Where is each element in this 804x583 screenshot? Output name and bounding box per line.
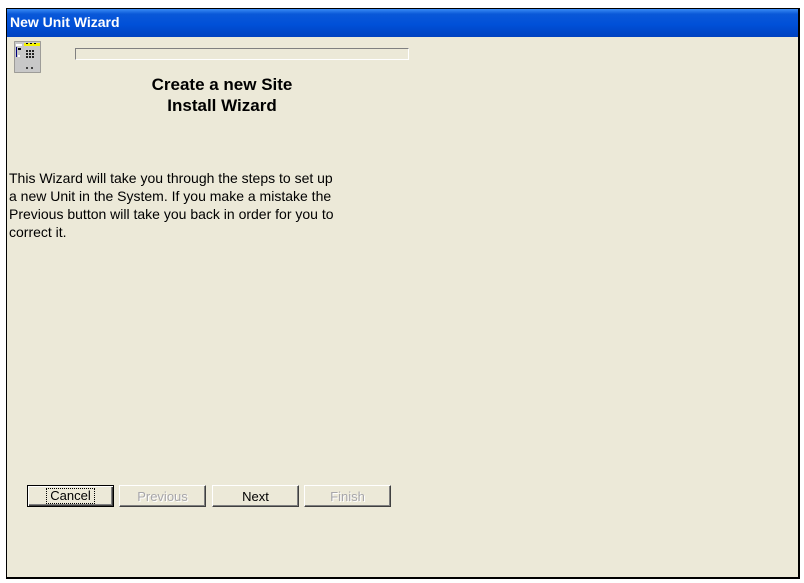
wizard-intro-text: This Wizard will take you through the st… bbox=[9, 170, 334, 240]
wizard-heading-line-1: Create a new Site bbox=[151, 75, 293, 94]
progress-field bbox=[75, 48, 409, 60]
next-button[interactable]: Next bbox=[212, 485, 299, 507]
wizard-client-area: Create a new Site Install Wizard This Wi… bbox=[7, 37, 798, 577]
window-title: New Unit Wizard bbox=[10, 14, 120, 30]
cancel-button[interactable]: Cancel bbox=[27, 485, 114, 507]
finish-button[interactable]: Finish bbox=[304, 485, 391, 507]
wizard-unit-icon bbox=[14, 41, 50, 77]
wizard-heading-line-2: Install Wizard bbox=[167, 96, 277, 115]
wizard-window: New Unit Wizard Create a new Site Instal… bbox=[6, 8, 800, 579]
title-bar[interactable]: New Unit Wizard bbox=[7, 9, 798, 37]
cancel-button-label: Cancel bbox=[46, 488, 95, 504]
previous-button[interactable]: Previous bbox=[119, 485, 206, 507]
